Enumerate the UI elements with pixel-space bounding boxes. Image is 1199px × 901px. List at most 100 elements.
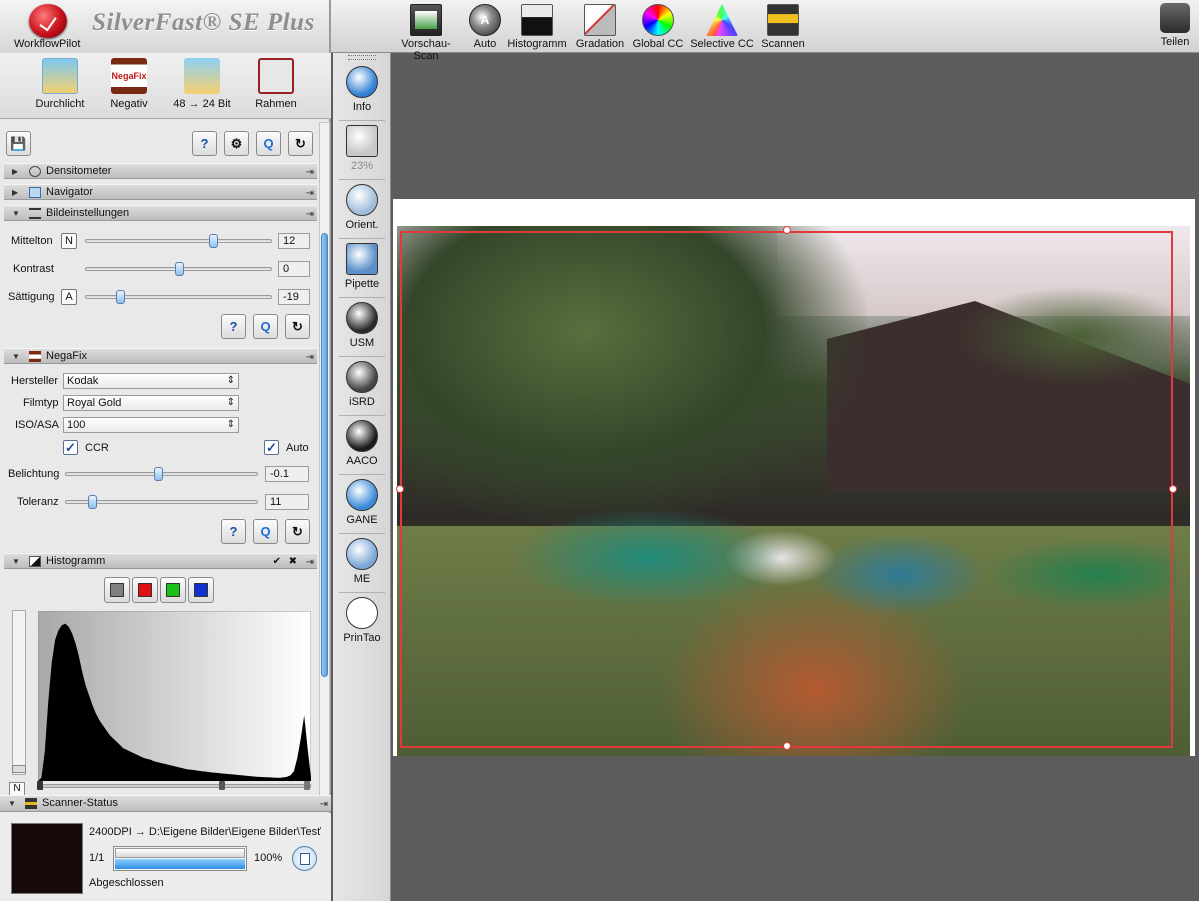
frame-handle-top[interactable]	[783, 226, 791, 234]
belichtung-thumb[interactable]	[154, 467, 164, 481]
histogram-close-icon[interactable]: ✖	[289, 554, 297, 569]
tool-pipette[interactable]: Pipette	[333, 239, 391, 298]
toleranz-label: Toleranz	[17, 496, 59, 508]
section-navigator[interactable]: ▶ Navigator ⇥	[4, 184, 317, 200]
help-button[interactable]: ?	[192, 131, 217, 156]
help-icon: ?	[229, 524, 238, 539]
saettigung-slider[interactable]	[85, 290, 272, 304]
share-button[interactable]: Teilen	[1152, 3, 1198, 51]
saettigung-thumb[interactable]	[116, 290, 126, 304]
selective-cc-button[interactable]: Selective CC	[688, 3, 756, 51]
kontrast-slider[interactable]	[85, 262, 272, 276]
white-point-handle[interactable]	[304, 781, 310, 790]
midtone-handle[interactable]	[219, 781, 225, 790]
save-settings-button[interactable]: 💾	[6, 131, 31, 156]
scan-log-button[interactable]	[292, 846, 317, 871]
belichtung-value[interactable]: -0.1	[265, 466, 309, 482]
gradation-button[interactable]: Gradation	[567, 3, 633, 51]
section-histogramm[interactable]: ▼ Histogramm ✔ ✖ ⇥	[4, 553, 317, 569]
mittelton-slider[interactable]	[85, 234, 272, 248]
tool-info[interactable]: Info	[333, 62, 391, 121]
kontrast-value[interactable]: 0	[278, 261, 310, 277]
scan-frame[interactable]	[400, 231, 1173, 748]
mittelton-mode[interactable]: N	[61, 233, 77, 249]
image-settings-reset-button[interactable]: ↻	[285, 314, 310, 339]
belichtung-slider[interactable]	[65, 467, 258, 481]
scan-button[interactable]: Scannen	[752, 3, 814, 51]
usm-icon	[346, 302, 378, 334]
info-icon	[346, 66, 378, 98]
tool-gane[interactable]: GANE	[333, 475, 391, 534]
global-cc-label: Global CC	[632, 38, 684, 50]
negafix-reset-button[interactable]: ↻	[285, 519, 310, 544]
black-point-handle[interactable]	[37, 781, 43, 790]
section-negafix[interactable]: ▼ NegaFix ⇥	[4, 348, 317, 364]
panel-scrollbar-thumb[interactable]	[321, 233, 328, 677]
global-cc-button[interactable]: Global CC	[625, 3, 691, 51]
channel-button-2[interactable]	[132, 577, 158, 603]
negafix-help-button[interactable]: ?	[221, 519, 246, 544]
panel-scrollbar[interactable]	[319, 122, 330, 797]
histogram-check-icon[interactable]: ✔	[273, 554, 281, 569]
tool-printao[interactable]: PrinTao	[333, 593, 391, 652]
negafix-q-button[interactable]: Q	[253, 519, 278, 544]
histogram-level-handle[interactable]	[12, 765, 26, 773]
section-bildeinstellungen[interactable]: ▼ Bildeinstellungen ⇥	[4, 205, 317, 221]
tool-usm[interactable]: USM	[333, 298, 391, 357]
toleranz-slider[interactable]	[65, 495, 258, 509]
section-scanner-status[interactable]: ▼ Scanner-Status ⇥	[0, 795, 331, 812]
reset-button[interactable]: ↻	[288, 131, 313, 156]
mode-negative[interactable]: NegaFix Negativ	[100, 58, 158, 116]
mode-bitdepth[interactable]: 48 → 24 Bit	[166, 58, 238, 116]
tool-aaco[interactable]: AACO	[333, 416, 391, 475]
tool-label: ME	[353, 573, 371, 585]
frame-handle-bottom[interactable]	[783, 742, 791, 750]
workflowpilot-label[interactable]: WorkflowPilot	[14, 38, 80, 50]
quicktime-button[interactable]: Q	[256, 131, 281, 156]
detach-icon[interactable]: ⇥	[306, 207, 314, 222]
detach-icon[interactable]: ⇥	[306, 165, 314, 180]
mode-negative-label: Negativ	[110, 98, 148, 110]
kontrast-thumb[interactable]	[175, 262, 184, 276]
auto-checkbox[interactable]: ✓	[264, 440, 279, 455]
channel-button-3[interactable]	[160, 577, 186, 603]
workflowpilot-icon[interactable]	[29, 4, 67, 38]
mode-transparency[interactable]: Durchlicht	[30, 58, 90, 116]
histogram-n-button[interactable]: N	[9, 782, 25, 796]
section-densitometer[interactable]: ▶ Densitometer ⇥	[4, 163, 317, 179]
settings-button[interactable]: ⚙	[224, 131, 249, 156]
filmtyp-select[interactable]: Royal Gold	[63, 395, 239, 411]
preview-scan-button[interactable]: Vorschau-Scan	[393, 3, 459, 62]
saettigung-value[interactable]: -19	[278, 289, 310, 305]
detach-icon[interactable]: ⇥	[306, 186, 314, 201]
histogram-range-slider[interactable]	[38, 784, 311, 788]
frame-handle-right[interactable]	[1169, 485, 1177, 493]
saettigung-mode[interactable]: A	[61, 289, 77, 305]
collapse-icon: ▼	[12, 352, 20, 361]
hersteller-select[interactable]: Kodak	[63, 373, 239, 389]
mittelton-value[interactable]: 12	[278, 233, 310, 249]
toleranz-thumb[interactable]	[88, 495, 98, 509]
histogram-button[interactable]: Histogramm	[505, 3, 569, 51]
tool-zoom[interactable]: 23%	[333, 121, 391, 180]
mode-frame[interactable]: Rahmen	[248, 58, 304, 116]
channel-button-1[interactable]	[104, 577, 130, 603]
tool-isrd[interactable]: iSRD	[333, 357, 391, 416]
preview-image-area[interactable]	[393, 199, 1195, 756]
ccr-checkbox[interactable]: ✓	[63, 440, 78, 455]
iso-select[interactable]: 100	[63, 417, 239, 433]
toolbar-grip[interactable]	[348, 55, 376, 60]
mittelton-thumb[interactable]	[208, 234, 218, 248]
frame-handle-left[interactable]	[396, 485, 404, 493]
histogram-level-track[interactable]	[12, 610, 26, 775]
channel-button-4[interactable]	[188, 577, 214, 603]
tool-compass[interactable]: Orient.	[333, 180, 391, 239]
detach-icon[interactable]: ⇥	[320, 797, 328, 812]
detach-icon[interactable]: ⇥	[306, 350, 314, 365]
detach-icon[interactable]: ⇥	[306, 555, 314, 570]
image-settings-help-button[interactable]: ?	[221, 314, 246, 339]
image-settings-q-button[interactable]: Q	[253, 314, 278, 339]
check-icon: ✓	[266, 440, 277, 455]
tool-multi-exposure[interactable]: ME	[333, 534, 391, 593]
toleranz-value[interactable]: 11	[265, 494, 309, 510]
